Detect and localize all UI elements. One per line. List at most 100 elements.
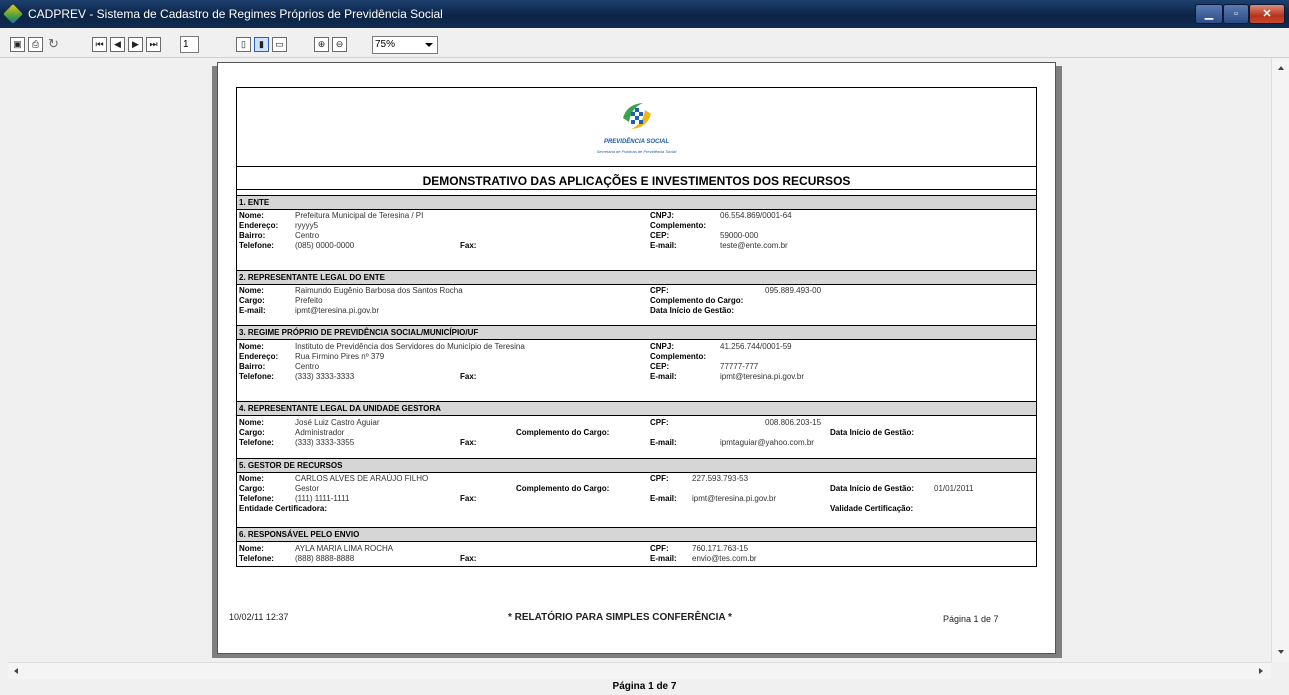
field-value: José Luiz Castro Aguiar [295,418,380,427]
field-value: CARLOS ALVES DE ARAÚJO FILHO [295,474,429,483]
field-value: (111) 1111-1111 [295,494,350,503]
field-value: 760.171.763-15 [692,544,749,553]
window-title: CADPREV - Sistema de Cadastro de Regimes… [28,7,443,21]
field-value: ipmtaguiar@yahoo.com.br [720,438,814,447]
field-label: Complemento do Cargo: [650,296,744,305]
scroll-down-icon[interactable] [1278,650,1284,654]
maximize-button[interactable]: ▫ [1223,4,1249,24]
field-value: Administrador [295,428,345,437]
field-value: (333) 3333-3333 [295,372,355,381]
field-label: Endereço: [239,221,279,230]
save-icon[interactable]: ▣ [10,37,25,52]
scroll-left-icon[interactable] [14,668,18,674]
field-label: Telefone: [239,494,274,503]
status-bar: Página 1 de 7 [0,679,1289,695]
field-value: Centro [295,231,320,240]
scroll-up-icon[interactable] [1278,66,1284,70]
report-datetime: 10/02/11 12:37 [229,612,289,622]
section-header: 3. REGIME PRÓPRIO DE PREVIDÊNCIA SOCIAL/… [237,325,1036,340]
field-value: (085) 0000-0000 [295,241,355,250]
field-value: Prefeitura Municipal de Teresina / PI [295,211,424,220]
chevron-down-icon [425,43,433,47]
field-value: 095.889.493-00 [765,286,822,295]
window-titlebar: CADPREV - Sistema de Cadastro de Regimes… [0,0,1289,28]
section-header: 5. GESTOR DE RECURSOS [237,458,1036,473]
field-value: 59000-000 [720,231,759,240]
zoom-out-icon[interactable]: ⊖ [332,37,347,52]
report-title: DEMONSTRATIVO DAS APLICAÇÕES E INVESTIME… [422,174,851,188]
zoom-in-icon[interactable]: ⊕ [314,37,329,52]
field-label: Nome: [239,418,264,427]
field-value: 008.806.203-15 [765,418,822,427]
field-label: Validade Certificação: [830,504,914,513]
zoom-value: 75% [375,39,396,50]
scroll-right-icon[interactable] [1259,668,1263,674]
field-value: ipmt@teresina.pi.gov.br [720,372,805,381]
field-value: Rua Firmino Pires nº 379 [295,352,385,361]
print-icon[interactable]: ⎙ [28,37,43,52]
field-label: Cargo: [239,296,265,305]
vertical-scrollbar[interactable] [1271,58,1289,662]
divider [237,166,1036,167]
section-header: 4. REPRESENTANTE LEGAL DA UNIDADE GESTOR… [237,401,1036,416]
logo-subtext: Secretaria de Políticas de Previdência S… [596,149,677,154]
field-label: E-mail: [650,554,677,563]
field-label: CPF: [650,286,669,295]
page-number-input[interactable]: 1 [180,36,199,53]
page-width-icon[interactable]: ▮ [254,37,269,52]
refresh-icon[interactable]: ↻ [46,37,61,52]
field-label: E-mail: [650,241,677,250]
field-label: CPF: [650,474,669,483]
status-page-label: Página 1 de 7 [612,681,677,692]
field-value: Prefeito [295,296,323,305]
field-value: ryyyy5 [295,221,319,230]
first-page-icon[interactable]: ⏮ [92,37,107,52]
field-label: Fax: [460,438,477,447]
field-label: Complemento: [650,221,706,230]
field-value: 77777-777 [720,362,759,371]
field-value: 41.256.744/0001-59 [720,342,792,351]
field-value: (333) 3333-3355 [295,438,355,447]
field-label: Nome: [239,474,264,483]
field-label: Nome: [239,286,264,295]
zoom-select[interactable]: 75% [372,36,438,54]
field-label: Nome: [239,544,264,553]
field-value: Instituto de Previdência dos Servidores … [295,342,525,351]
horizontal-scrollbar[interactable] [8,662,1271,679]
next-page-icon[interactable]: ▶ [128,37,143,52]
previdencia-logo: PREVIDÊNCIA SOCIAL Secretaria de Polític… [592,94,681,165]
report-toolbar: ▣ ⎙ ↻ ⏮ ◀ ▶ ⏭ 1 ▯ ▮ ▭ ⊕ ⊖ 75% [0,28,1289,58]
divider [237,189,1036,190]
field-value: envio@tes.com.br [692,554,757,563]
field-label: Data Início de Gestão: [650,306,735,315]
field-value: 01/01/2011 [934,484,974,493]
prev-page-icon[interactable]: ◀ [110,37,125,52]
field-label: Fax: [460,494,477,503]
section-header: 2. REPRESENTANTE LEGAL DO ENTE [237,270,1036,285]
field-label: Data Início de Gestão: [830,428,915,437]
field-label: Complemento do Cargo: [516,428,610,437]
field-value: Raimundo Eugênio Barbosa dos Santos Roch… [295,286,463,295]
field-label: E-mail: [650,372,677,381]
field-label: Telefone: [239,372,274,381]
minimize-button[interactable]: ▁ [1195,4,1223,24]
field-label: Bairro: [239,231,266,240]
field-value: 227.593.793-53 [692,474,749,483]
field-label: CNPJ: [650,211,675,220]
field-label: CNPJ: [650,342,675,351]
last-page-icon[interactable]: ⏭ [146,37,161,52]
close-button[interactable]: ✕ [1249,4,1285,24]
logo-text: PREVIDÊNCIA SOCIAL [603,139,670,145]
field-value: (888) 8888-8888 [295,554,355,563]
section-header: 6. RESPONSÁVEL PELO ENVIO [237,527,1036,542]
field-label: E-mail: [650,438,677,447]
field-label: Data Início de Gestão: [830,484,915,493]
field-label: Complemento do Cargo: [516,484,610,493]
whole-page-icon[interactable]: ▭ [272,37,287,52]
field-label: Cargo: [239,484,265,493]
field-label: CEP: [650,362,670,371]
single-page-icon[interactable]: ▯ [236,37,251,52]
report-page-number: Página 1 de 7 [943,614,999,624]
app-icon [3,4,23,24]
field-label: Nome: [239,342,264,351]
